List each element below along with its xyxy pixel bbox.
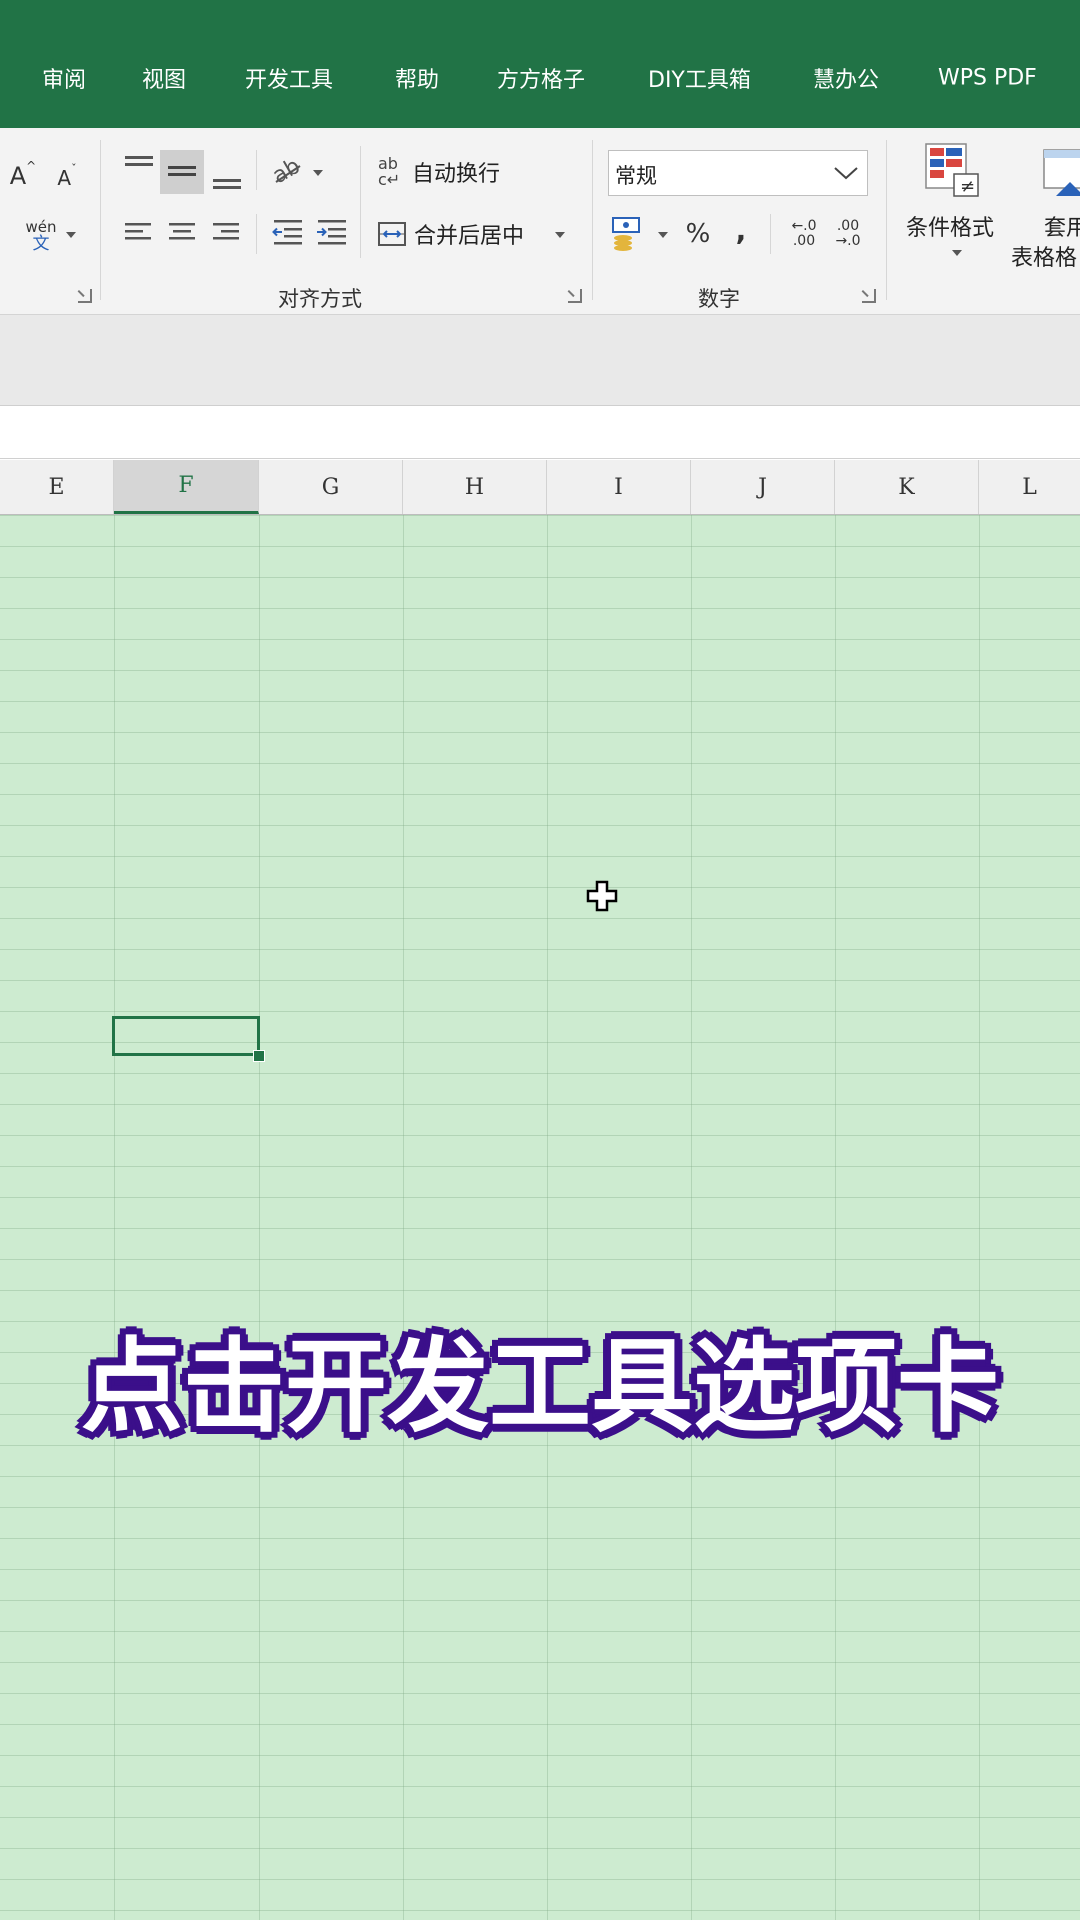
tab-huibangong[interactable]: 慧办公 <box>813 62 879 94</box>
divider <box>256 150 257 190</box>
merge-center-label: 合并后居中 <box>414 224 525 249</box>
tab-diy-toolbox[interactable]: DIY工具箱 <box>648 62 751 94</box>
decrease-decimal-button[interactable]: .00 →.0 <box>826 214 870 254</box>
merge-center-button[interactable]: 合并后居中 <box>376 212 566 256</box>
fill-handle[interactable] <box>253 1050 265 1062</box>
column-header-f[interactable]: F <box>114 460 259 514</box>
increase-decimal-bottom: .00 <box>792 233 816 249</box>
collapsed-toolbar-band <box>0 315 1080 406</box>
decrease-decimal-top: .00 <box>836 218 860 234</box>
divider <box>592 140 593 300</box>
font-dialog-launcher-icon[interactable] <box>78 289 92 303</box>
tab-review[interactable]: 审阅 <box>42 62 86 94</box>
accounting-dropdown-icon[interactable] <box>658 232 668 238</box>
wrap-text-label: 自动换行 <box>412 162 501 187</box>
conditional-formatting-label: 条件格式 <box>906 216 995 241</box>
tab-wps-pdf[interactable]: WPS PDF <box>938 66 1037 91</box>
align-center-icon[interactable] <box>166 218 200 248</box>
down-caret-icon: ˇ <box>71 161 77 175</box>
orientation-icon[interactable]: ab <box>270 152 310 188</box>
cell-select-cursor-icon <box>586 880 618 912</box>
worksheet-grid[interactable] <box>0 515 1080 1920</box>
formula-bar[interactable] <box>0 406 1080 459</box>
conditional-formatting-icon: ≠ <box>925 143 979 197</box>
align-right-icon[interactable] <box>210 218 244 248</box>
increase-decimal-top: ←.0 <box>791 218 817 234</box>
column-header-g[interactable]: G <box>259 460 403 514</box>
align-middle-icon <box>168 166 196 176</box>
decrease-decimal-bottom: →.0 <box>835 233 861 249</box>
accounting-format-icon[interactable] <box>610 214 650 254</box>
tab-help[interactable]: 帮助 <box>395 62 439 94</box>
grid-line <box>979 515 980 1920</box>
grid-line <box>114 515 115 1920</box>
column-header-k[interactable]: K <box>835 460 979 514</box>
svg-text:≠: ≠ <box>960 176 975 197</box>
increase-indent-icon[interactable] <box>314 216 350 248</box>
format-as-table-label-bottom: 表格格 <box>1011 246 1078 268</box>
grow-font-button[interactable]: A ^ <box>6 158 40 194</box>
grid-line <box>259 515 260 1920</box>
phonetic-sub-glyph: 文 <box>32 234 50 254</box>
percent-style-button[interactable]: % <box>678 214 718 254</box>
selected-cell[interactable] <box>112 1016 260 1056</box>
shrink-font-button[interactable]: Aˇ <box>50 160 84 196</box>
divider <box>100 140 101 300</box>
up-caret-icon: ^ <box>26 159 37 173</box>
number-dialog-launcher-icon[interactable] <box>862 289 876 303</box>
tab-developer[interactable]: 开发工具 <box>245 62 333 94</box>
wrap-text-button[interactable]: ab c↵ 自动换行 <box>378 150 528 194</box>
chevron-down-icon <box>834 167 858 180</box>
phonetic-glyph: wén <box>25 218 57 236</box>
conditional-formatting-button[interactable]: ≠ 条件格式 <box>900 138 1010 268</box>
wrap-text-icon: ab c↵ <box>378 154 401 189</box>
tutorial-caption: 点击开发工具选项卡 <box>81 1328 999 1447</box>
orientation-dropdown-icon[interactable] <box>313 170 323 176</box>
format-as-table-label-top: 套用 <box>1044 216 1080 241</box>
column-header-l[interactable]: L <box>979 460 1080 514</box>
column-header-e[interactable]: E <box>0 460 114 514</box>
ribbon-tab-bar: 审阅 视图 开发工具 帮助 方方格子 DIY工具箱 慧办公 WPS PDF <box>0 0 1080 128</box>
merge-dropdown-icon[interactable] <box>555 232 565 238</box>
merge-center-icon <box>378 222 406 246</box>
increase-decimal-button[interactable]: ←.0 .00 <box>782 214 826 254</box>
divider <box>886 140 887 300</box>
number-format-value: 常规 <box>615 164 657 188</box>
column-header-j[interactable]: J <box>691 460 835 514</box>
align-bottom-icon[interactable] <box>210 165 244 195</box>
alignment-dialog-launcher-icon[interactable] <box>568 289 582 303</box>
phonetic-dropdown-icon[interactable] <box>66 232 76 238</box>
align-middle-button[interactable] <box>160 150 204 194</box>
svg-text:ab: ab <box>270 154 305 188</box>
divider <box>770 214 771 254</box>
align-left-icon[interactable] <box>122 218 156 248</box>
grid-line <box>835 515 836 1920</box>
phonetic-guide-button[interactable]: wén 文 <box>18 214 64 258</box>
tab-fangfang[interactable]: 方方格子 <box>497 62 585 94</box>
decrease-indent-icon[interactable] <box>270 216 306 248</box>
shrink-font-glyph: A <box>57 166 72 190</box>
comma-style-button[interactable]: , <box>726 210 756 250</box>
alignment-group-label: 对齐方式 <box>278 287 362 311</box>
divider <box>360 146 361 258</box>
divider <box>256 214 257 254</box>
wrap-c-glyph: c <box>378 170 387 189</box>
conditional-formatting-dropdown-icon <box>952 250 962 256</box>
grow-font-glyph: A <box>9 162 27 190</box>
number-group-label: 数字 <box>698 287 740 311</box>
column-header-row: E F G H I J K L <box>0 460 1080 515</box>
column-header-h[interactable]: H <box>403 460 547 514</box>
grid-line <box>547 515 548 1920</box>
tab-view[interactable]: 视图 <box>142 62 186 94</box>
format-as-table-button[interactable]: 套用 表格格 <box>1010 138 1080 268</box>
align-top-icon[interactable] <box>122 152 156 182</box>
format-as-table-icon <box>1043 149 1080 196</box>
grid-line <box>691 515 692 1920</box>
number-format-select[interactable]: 常规 <box>608 150 868 196</box>
column-header-i[interactable]: I <box>547 460 691 514</box>
grid-line <box>403 515 404 1920</box>
